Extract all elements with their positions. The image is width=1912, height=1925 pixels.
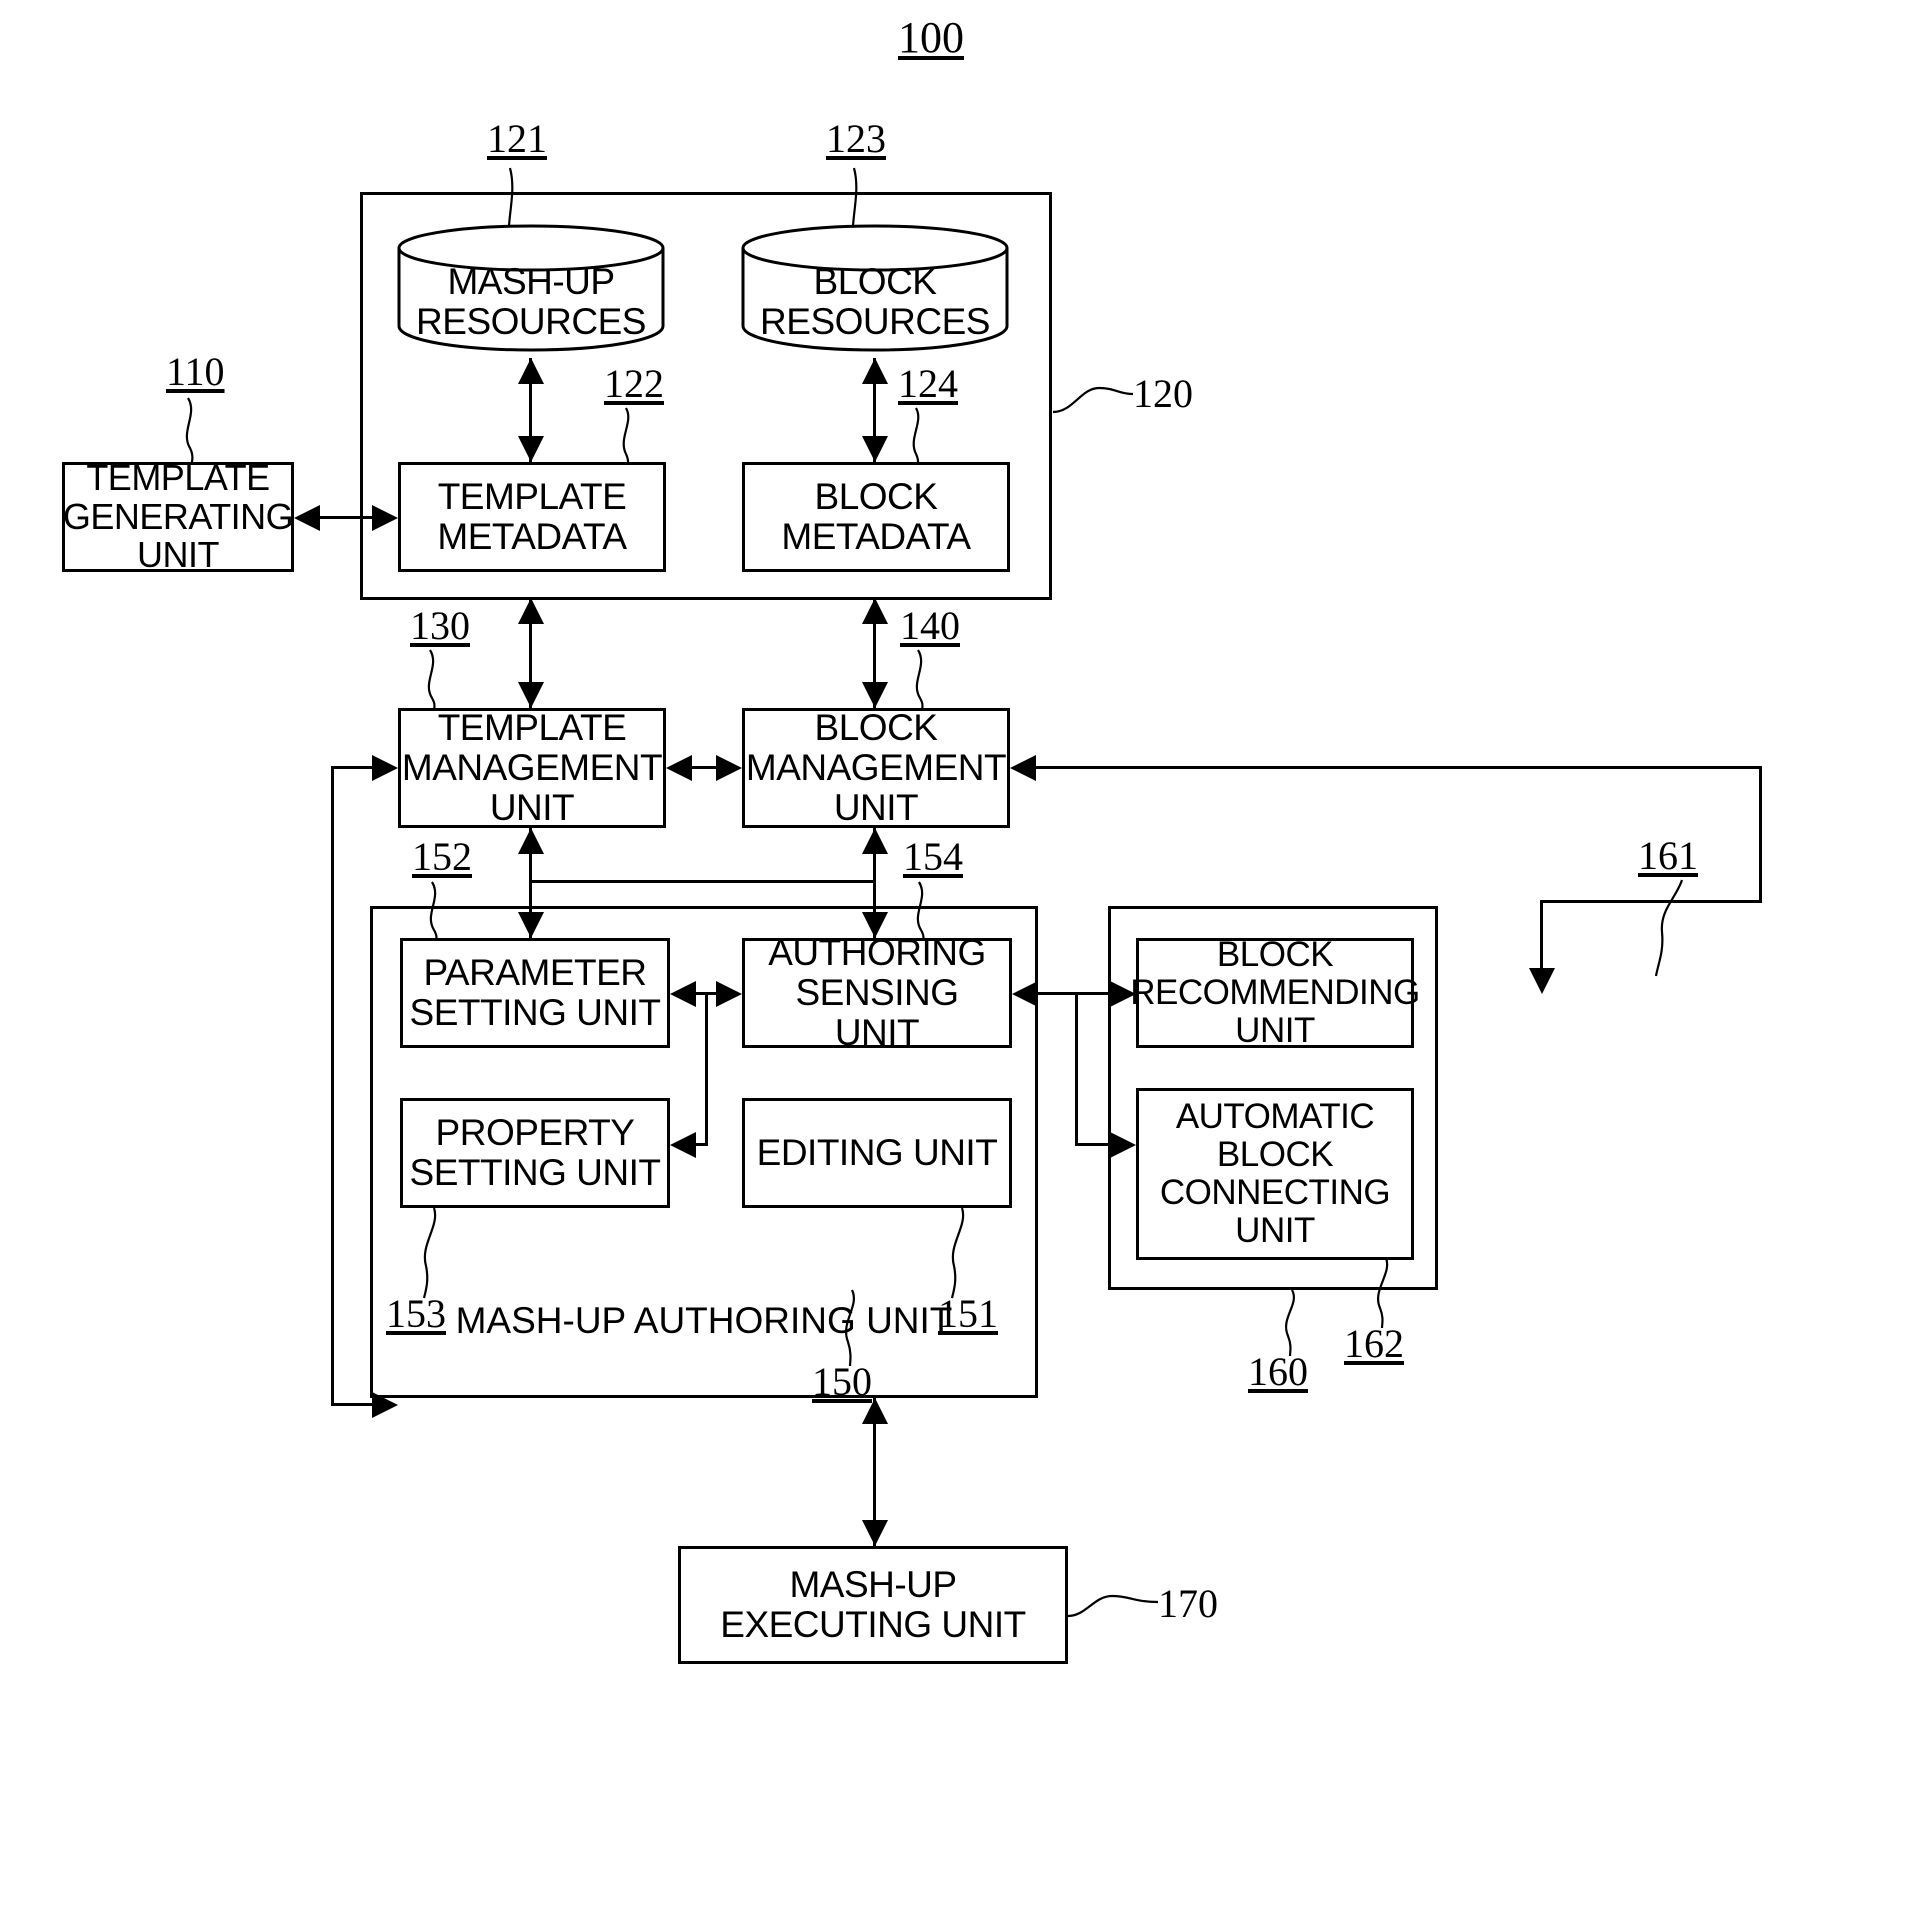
- property-setting-unit-label: PROPERTY SETTING UNIT: [409, 1112, 661, 1193]
- arrowhead-down-140a: [862, 682, 888, 708]
- ref-numeral-170: 170: [1158, 1581, 1218, 1626]
- leader-line-130: [414, 649, 464, 712]
- leader-line-150: [832, 1289, 882, 1368]
- arrowhead-up-121: [518, 358, 544, 384]
- connector-152-154-bus: [529, 880, 876, 883]
- mashup-resources-datastore: MASH-UP RESOURCES: [396, 222, 666, 352]
- connector-160-140-v: [1759, 766, 1762, 902]
- template-generating-unit-label: TEMPLATE GENERATING UNIT: [62, 456, 294, 576]
- block-metadata-box: BLOCK METADATA: [742, 462, 1010, 572]
- arrowhead-right-162: [1110, 1132, 1136, 1158]
- block-recommending-unit-box: BLOCK RECOMMENDING UNIT: [1130, 936, 1420, 1050]
- arrowhead-left-154b: [1012, 981, 1038, 1007]
- arrowhead-right-130b: [372, 755, 398, 781]
- ref-numeral-152: 152: [412, 834, 472, 879]
- template-metadata-label: TEMPLATE METADATA: [437, 476, 627, 557]
- ref-numeral-100: 100: [898, 13, 964, 62]
- arrowhead-left-152: [670, 981, 696, 1007]
- block-management-unit-label: BLOCK MANAGEMENT UNIT: [745, 707, 1007, 828]
- arrowhead-up-140a: [862, 598, 888, 624]
- arrowhead-up-123: [862, 358, 888, 384]
- block-management-unit-box: BLOCK MANAGEMENT UNIT: [742, 708, 1010, 828]
- arrowhead-right-161: [1110, 981, 1136, 1007]
- mashup-executing-unit-label: MASH-UP EXECUTING UNIT: [720, 1564, 1026, 1645]
- leader-line-124: [900, 407, 950, 468]
- arrowhead-right-154: [716, 981, 742, 1007]
- leader-line-153: [412, 1207, 462, 1300]
- leader-line-161: [1634, 879, 1694, 978]
- arrowhead-down-130a: [518, 682, 544, 708]
- arrowhead-up-140c: [862, 828, 888, 854]
- template-metadata-box: TEMPLATE METADATA: [398, 462, 666, 572]
- arrowhead-up-130c: [518, 828, 544, 854]
- connector-160-140-h: [1036, 766, 1762, 769]
- arrowhead-down-124: [862, 436, 888, 462]
- connector-154-162-h: [1075, 1143, 1110, 1146]
- ref-numeral-161: 161: [1638, 833, 1698, 878]
- authoring-sensing-unit-box: AUTHORING SENSING UNIT: [742, 933, 1012, 1052]
- parameter-setting-unit-label: PARAMETER SETTING UNIT: [409, 952, 661, 1033]
- leader-line-160: [1270, 1289, 1320, 1358]
- leader-line-110: [172, 397, 222, 464]
- arrowhead-right-122: [372, 505, 398, 531]
- template-management-unit-label: TEMPLATE MANAGEMENT UNIT: [401, 707, 663, 828]
- block-resources-label: BLOCK RESOURCES: [740, 262, 1010, 342]
- block-recommending-unit-label: BLOCK RECOMMENDING UNIT: [1130, 935, 1420, 1050]
- leader-line-170: [1067, 1582, 1164, 1624]
- arrowhead-down-161: [1529, 968, 1555, 994]
- arrowhead-right-140: [716, 755, 742, 781]
- ref-numeral-123: 123: [826, 116, 886, 161]
- leader-line-151: [940, 1207, 990, 1300]
- connector-130-140: [692, 766, 716, 769]
- leader-line-120: [1052, 372, 1138, 418]
- ref-numeral-130: 130: [410, 603, 470, 648]
- ref-numeral-120: 120: [1133, 371, 1193, 416]
- leader-line-140: [902, 649, 952, 712]
- arrowhead-left-110: [294, 505, 320, 531]
- arrowhead-left-130: [666, 755, 692, 781]
- connector-154-162-v: [1075, 992, 1078, 1144]
- feedback-bus-to-153: [331, 1403, 372, 1406]
- mashup-executing-unit-box: MASH-UP EXECUTING UNIT: [678, 1546, 1068, 1664]
- property-setting-unit-box: PROPERTY SETTING UNIT: [400, 1098, 670, 1208]
- connector-154-153-h: [696, 1143, 708, 1146]
- arrowhead-down-122: [518, 436, 544, 462]
- leader-line-162: [1360, 1257, 1410, 1330]
- ref-numeral-154: 154: [903, 834, 963, 879]
- ref-numeral-121: 121: [487, 116, 547, 161]
- patent-figure-canvas: 100 121 123 120 MASH-UP RESOURCES BLOCK …: [0, 0, 1912, 1925]
- connector-161-154-h: [1038, 992, 1110, 995]
- block-resources-line1: BLOCK RESOURCES: [760, 261, 990, 342]
- template-management-unit-box: TEMPLATE MANAGEMENT UNIT: [398, 708, 666, 828]
- leader-line-122: [608, 407, 658, 468]
- connector-160-top-v: [1540, 900, 1543, 968]
- automatic-block-connecting-unit-label: AUTOMATIC BLOCK CONNECTING UNIT: [1159, 1097, 1391, 1250]
- arrowhead-left-153: [670, 1132, 696, 1158]
- connector-110-122: [320, 516, 372, 519]
- parameter-setting-unit-box: PARAMETER SETTING UNIT: [400, 938, 670, 1048]
- ref-numeral-110: 110: [166, 349, 225, 394]
- arrowhead-up-130a: [518, 598, 544, 624]
- block-resources-datastore: BLOCK RESOURCES: [740, 222, 1010, 352]
- arrowhead-up-150: [862, 1398, 888, 1424]
- template-generating-unit-box: TEMPLATE GENERATING UNIT: [62, 458, 294, 574]
- arrowhead-left-140b: [1010, 755, 1036, 781]
- ref-numeral-140: 140: [900, 603, 960, 648]
- connector-154-153-v: [705, 992, 708, 1144]
- feedback-bus-vertical: [331, 766, 334, 1406]
- editing-unit-box: EDITING UNIT: [742, 1098, 1012, 1208]
- arrowhead-down-170: [862, 1520, 888, 1546]
- authoring-sensing-unit-label: AUTHORING SENSING UNIT: [768, 932, 986, 1053]
- editing-unit-label: EDITING UNIT: [756, 1132, 998, 1174]
- ref-numeral-124: 124: [898, 361, 958, 406]
- block-metadata-label: BLOCK METADATA: [781, 476, 971, 557]
- ref-numeral-122: 122: [604, 361, 664, 406]
- automatic-block-connecting-unit-box: AUTOMATIC BLOCK CONNECTING UNIT: [1136, 1088, 1414, 1260]
- mashup-resources-label: MASH-UP RESOURCES: [396, 262, 666, 342]
- mashup-resources-line1: MASH-UP RESOURCES: [416, 261, 646, 342]
- feedback-bus-to-130: [331, 766, 372, 769]
